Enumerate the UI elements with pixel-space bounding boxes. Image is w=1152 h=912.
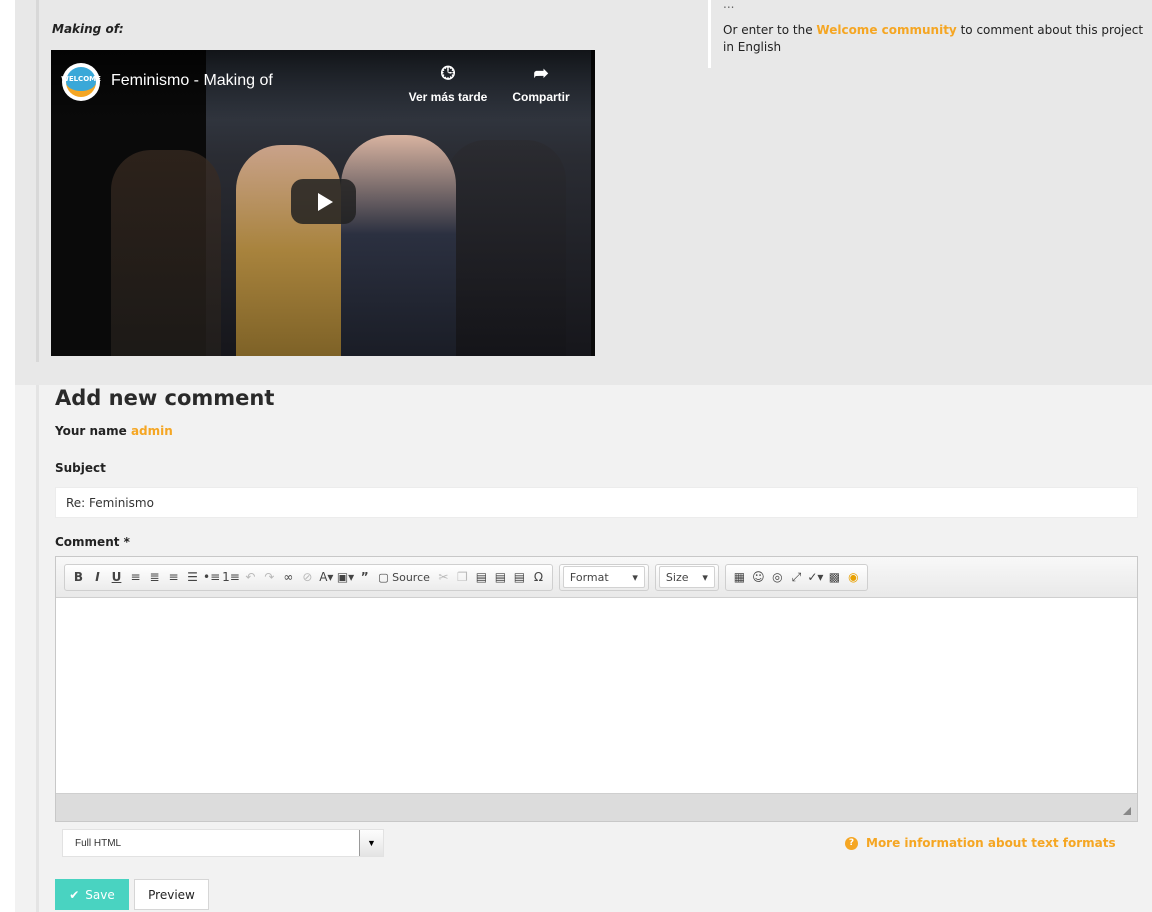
note-prefix: Or enter to the bbox=[723, 23, 817, 37]
share-button[interactable]: ➦ Compartir bbox=[496, 62, 586, 104]
format-combo-group: Format ▾ bbox=[558, 563, 649, 591]
section-left-border bbox=[36, 385, 39, 912]
toolbar-insert-group: ▦ ☺ ◎ ⤢ ✓▾ ▩ ◉ bbox=[724, 563, 868, 591]
unlink-icon[interactable]: ⊘ bbox=[299, 566, 316, 588]
more-info-link[interactable]: ? More information about text formats bbox=[845, 836, 1116, 850]
play-button[interactable] bbox=[291, 179, 356, 224]
truncated-text: ... bbox=[723, 0, 735, 11]
video-player[interactable]: WELCOME Feminismo - Making of 🕒︎ Ver más… bbox=[51, 50, 595, 356]
your-name-row: Your name admin bbox=[55, 424, 173, 438]
bold-icon[interactable]: B bbox=[70, 566, 87, 588]
source-icon: ▢ bbox=[378, 570, 389, 584]
community-note: ... Or enter to the Welcome community to… bbox=[708, 0, 1152, 68]
table-icon[interactable]: ▦ bbox=[731, 566, 748, 588]
paste-text-icon[interactable]: ▤ bbox=[492, 566, 509, 588]
source-label: Source bbox=[392, 570, 430, 584]
your-name-label: Your name bbox=[55, 424, 127, 438]
more-info-label: More information about text formats bbox=[866, 836, 1116, 850]
special-char-icon[interactable]: Ω bbox=[530, 566, 547, 588]
size-combo-group: Size ▾ bbox=[654, 563, 719, 591]
add-comment-heading: Add new comment bbox=[55, 386, 275, 410]
editor-content-area[interactable] bbox=[56, 598, 1137, 793]
size-label: Size bbox=[665, 570, 689, 584]
clock-icon: 🕒︎ bbox=[440, 63, 456, 83]
size-dropdown[interactable]: Size ▾ bbox=[658, 566, 715, 588]
format-dropdown[interactable]: Format ▾ bbox=[562, 566, 645, 588]
spellcheck-icon[interactable]: ✓▾ bbox=[807, 566, 824, 588]
text-format-select[interactable]: Full HTML ▼ bbox=[62, 829, 384, 857]
toolbar-main-group: B I U ≡ ≣ ≡ ☰ •≡ 1≡ ↶ ↷ ∞ ⊘ A▾ ▣▾ ” ▢ So… bbox=[64, 563, 553, 591]
preview-button[interactable]: Preview bbox=[134, 879, 209, 910]
numbered-list-icon[interactable]: 1≡ bbox=[222, 566, 240, 588]
video-background-figure bbox=[111, 150, 221, 356]
channel-logo-text: WELCOME bbox=[61, 67, 101, 97]
channel-logo-icon[interactable]: WELCOME bbox=[61, 63, 101, 101]
check-icon: ✔ bbox=[69, 887, 80, 902]
subject-input[interactable] bbox=[55, 487, 1138, 518]
copy-icon[interactable]: ❐ bbox=[454, 566, 471, 588]
rich-text-editor[interactable]: B I U ≡ ≣ ≡ ☰ •≡ 1≡ ↶ ↷ ∞ ⊘ A▾ ▣▾ ” ▢ So… bbox=[55, 556, 1138, 822]
question-icon: ? bbox=[845, 836, 858, 850]
video-figure bbox=[236, 145, 341, 356]
justify-icon[interactable]: ☰ bbox=[184, 566, 201, 588]
username-link[interactable]: admin bbox=[131, 424, 173, 438]
watch-later-label: Ver más tarde bbox=[408, 90, 488, 104]
cut-icon[interactable]: ✂ bbox=[435, 566, 452, 588]
share-label: Compartir bbox=[512, 90, 570, 104]
comment-label: Comment * bbox=[55, 535, 130, 549]
watch-later-button[interactable]: 🕒︎ Ver más tarde bbox=[403, 62, 493, 104]
globe-icon[interactable]: ◎ bbox=[769, 566, 786, 588]
share-arrow-icon: ➦ bbox=[533, 63, 549, 83]
text-color-icon[interactable]: A▾ bbox=[318, 566, 335, 588]
video-title[interactable]: Feminismo - Making of bbox=[111, 72, 273, 90]
maximize-icon[interactable]: ⤢ bbox=[788, 566, 805, 588]
video-figure bbox=[341, 135, 456, 356]
align-center-icon[interactable]: ≣ bbox=[146, 566, 163, 588]
welcome-community-link[interactable]: Welcome community bbox=[816, 23, 956, 37]
editor-resize-bar[interactable] bbox=[56, 793, 1137, 821]
blockquote-icon[interactable]: ” bbox=[356, 566, 373, 588]
underline-icon[interactable]: U bbox=[108, 566, 125, 588]
save-label: Save bbox=[85, 887, 115, 902]
italic-icon[interactable]: I bbox=[89, 566, 106, 588]
panel-left-border bbox=[36, 0, 39, 362]
undo-icon[interactable]: ↶ bbox=[242, 566, 259, 588]
making-of-label: Making of: bbox=[52, 22, 124, 36]
source-button[interactable]: ▢ Source bbox=[375, 566, 433, 588]
align-right-icon[interactable]: ≡ bbox=[165, 566, 182, 588]
video-background-figure bbox=[446, 140, 566, 356]
link-icon[interactable]: ∞ bbox=[280, 566, 297, 588]
paste-icon[interactable]: ▤ bbox=[473, 566, 490, 588]
page: Making of: WELCOME Feminismo - Making of… bbox=[0, 0, 1152, 912]
subject-label: Subject bbox=[55, 461, 106, 475]
smiley-icon[interactable]: ☺ bbox=[750, 566, 767, 588]
emoji-icon[interactable]: ◉ bbox=[845, 566, 862, 588]
background-color-icon[interactable]: ▣▾ bbox=[337, 566, 354, 588]
editor-toolbar: B I U ≡ ≣ ≡ ☰ •≡ 1≡ ↶ ↷ ∞ ⊘ A▾ ▣▾ ” ▢ So… bbox=[56, 557, 1137, 598]
format-label: Format bbox=[569, 570, 609, 584]
bulleted-list-icon[interactable]: •≡ bbox=[203, 566, 220, 588]
redo-icon[interactable]: ↷ bbox=[261, 566, 278, 588]
save-button[interactable]: ✔ Save bbox=[55, 879, 129, 910]
align-left-icon[interactable]: ≡ bbox=[127, 566, 144, 588]
select-arrow-icon: ▼ bbox=[359, 830, 383, 856]
paste-word-icon[interactable]: ▤ bbox=[511, 566, 528, 588]
text-format-value: Full HTML bbox=[75, 837, 122, 849]
image-icon[interactable]: ▩ bbox=[826, 566, 843, 588]
chevron-down-icon: ▾ bbox=[632, 570, 638, 584]
chevron-down-icon: ▾ bbox=[702, 570, 708, 584]
